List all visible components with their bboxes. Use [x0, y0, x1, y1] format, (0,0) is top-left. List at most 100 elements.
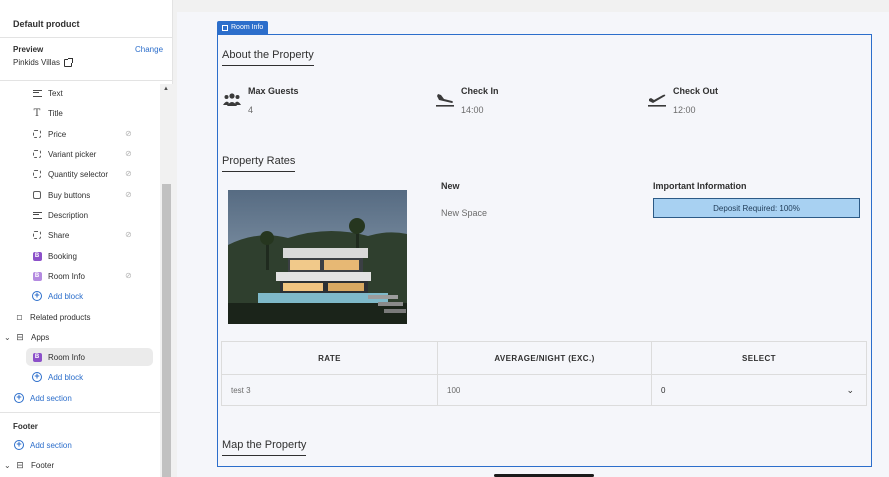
- hidden-eye-icon[interactable]: ⊘: [125, 190, 134, 199]
- sidebar-item-variant-picker[interactable]: Variant picker ⊘: [32, 145, 132, 163]
- about-section-title: About the Property: [222, 49, 314, 66]
- sidebar-item-buy-buttons[interactable]: Buy buttons ⊘: [32, 186, 132, 204]
- sidebar-item-related-products[interactable]: ◇ Related products: [12, 308, 91, 326]
- sidebar-item-room-info-app[interactable]: B Room Info: [26, 348, 153, 366]
- hidden-eye-icon[interactable]: ⊘: [125, 169, 134, 178]
- sidebar-item-title[interactable]: T Title: [32, 104, 63, 122]
- app-block-icon: B: [32, 251, 42, 261]
- block-outline-icon: [32, 149, 42, 159]
- rate-name-heading: New: [441, 181, 460, 191]
- feature-value: 14:00: [461, 105, 484, 115]
- table-header-average-night: AVERAGE/NIGHT (EXC.): [438, 342, 652, 374]
- preview-product-name: Pinkids Villas: [13, 58, 60, 67]
- text-lines-icon: [32, 210, 42, 220]
- scroll-up-arrow-icon[interactable]: ▲: [163, 86, 169, 92]
- block-outline-icon: [32, 169, 42, 179]
- sidebar-item-share[interactable]: Share ⊘: [32, 226, 132, 244]
- table-cell-rate: test 3: [222, 374, 438, 406]
- guests-icon: [222, 89, 242, 109]
- sidebar-item-price[interactable]: Price ⊘: [32, 125, 132, 143]
- table-header-rate: RATE: [222, 342, 438, 374]
- plus-circle-icon: +: [32, 372, 42, 382]
- add-block-label: Add block: [48, 372, 84, 382]
- chevron-down-icon[interactable]: ⌄: [4, 461, 12, 470]
- change-preview-link[interactable]: Change: [135, 45, 163, 54]
- sidebar-item-label: Title: [48, 108, 63, 118]
- plus-circle-icon: +: [14, 440, 24, 450]
- divider: [0, 37, 173, 38]
- add-section-button[interactable]: + Add section: [14, 389, 72, 407]
- feature-check-in: Check In 14:00: [435, 86, 499, 115]
- sidebar-item-booking[interactable]: B Booking: [32, 247, 77, 265]
- sidebar-item-label: Buy buttons: [48, 190, 91, 200]
- sidebar-item-label: Room Info: [48, 271, 85, 281]
- tag-icon: ◇: [12, 310, 25, 323]
- plane-departure-icon: [647, 89, 667, 109]
- sidebar-item-label: Room Info: [48, 352, 85, 362]
- table-cell-average-night: 100: [438, 374, 652, 406]
- sidebar-item-label: Apps: [31, 332, 50, 342]
- hidden-eye-icon[interactable]: ⊘: [125, 129, 134, 138]
- room-info-block-tag[interactable]: Room Info: [217, 21, 269, 34]
- sidebar-item-label: Description: [48, 210, 89, 220]
- text-lines-icon: [32, 88, 42, 98]
- select-quantity-dropdown[interactable]: 0: [652, 374, 866, 406]
- sidebar-item-footer[interactable]: ⌄ ⊟ Footer: [4, 456, 54, 474]
- sidebar-scrollbar[interactable]: ▲: [160, 84, 173, 477]
- map-section-title: Map the Property: [222, 439, 307, 456]
- sidebar-item-label: Share: [48, 230, 70, 240]
- footer-layout-icon: ⊟: [16, 459, 24, 470]
- sidebar-title: Default product: [13, 19, 80, 29]
- feature-label: Max Guests: [248, 86, 299, 96]
- cursor-button-icon: [32, 190, 42, 200]
- block-tag-label: Room Info: [231, 24, 264, 31]
- sidebar-item-apps[interactable]: ⌄ ⊟ Apps: [4, 328, 49, 346]
- hidden-eye-icon[interactable]: ⊘: [125, 271, 134, 280]
- chevron-down-icon[interactable]: ⌄: [846, 385, 854, 396]
- sidebar-item-description[interactable]: Description: [32, 206, 88, 224]
- block-outline-icon: [32, 230, 42, 240]
- app-block-icon: B: [32, 271, 42, 281]
- rate-name-value: New Space: [441, 208, 488, 218]
- feature-label: Check In: [461, 86, 499, 96]
- plus-circle-icon: +: [14, 393, 24, 403]
- footer-add-section-button[interactable]: + Add section: [14, 436, 72, 454]
- block-outline-icon: [222, 24, 228, 31]
- rates-table: RATE AVERAGE/NIGHT (EXC.) SELECT test 3 …: [221, 341, 867, 406]
- feature-check-out: Check Out 12:00: [647, 86, 718, 115]
- sidebar-item-label: Quantity selector: [48, 169, 109, 179]
- hidden-eye-icon[interactable]: ⊘: [125, 230, 134, 239]
- rates-section-title: Property Rates: [222, 155, 296, 172]
- add-block-button[interactable]: + Add block: [32, 287, 83, 305]
- preview-label: Preview: [13, 45, 44, 54]
- sidebar-item-quantity-selector[interactable]: Quantity selector ⊘: [32, 165, 132, 183]
- add-block-label: Add block: [48, 291, 84, 301]
- add-section-label: Add section: [30, 440, 72, 450]
- feature-label: Check Out: [673, 86, 719, 96]
- sidebar-item-room-info[interactable]: B Room Info ⊘: [32, 267, 132, 285]
- add-block-button[interactable]: + Add block: [32, 368, 83, 386]
- divider: [0, 80, 173, 81]
- sidebar-item-label: Text: [48, 88, 63, 98]
- deposit-badge: Deposit Required: 100%: [653, 198, 860, 218]
- chevron-down-icon[interactable]: ⌄: [4, 333, 12, 342]
- feature-max-guests: Max Guests 4: [222, 86, 299, 115]
- property-photo: [228, 190, 407, 324]
- hidden-eye-icon[interactable]: ⊘: [125, 149, 134, 158]
- app-block-icon: B: [32, 352, 42, 362]
- external-link-icon[interactable]: [63, 57, 73, 67]
- title-t-icon: T: [33, 107, 41, 119]
- plane-landing-icon: [435, 89, 455, 109]
- footer-group-label: Footer: [13, 422, 38, 431]
- apps-grid-icon: ⊟: [16, 331, 24, 342]
- sidebar-item-label: Booking: [48, 251, 77, 261]
- scrollbar-thumb[interactable]: [162, 184, 171, 477]
- sidebar-item-text[interactable]: Text: [32, 84, 63, 102]
- sidebar-item-label: Related products: [30, 312, 91, 322]
- sidebar: Default product Preview Change Pinkids V…: [0, 0, 173, 477]
- sidebar-item-label: Variant picker: [48, 149, 97, 159]
- plus-circle-icon: +: [32, 291, 42, 301]
- divider: [0, 412, 160, 413]
- preview-product[interactable]: Pinkids Villas: [13, 57, 73, 67]
- add-section-label: Add section: [30, 393, 72, 403]
